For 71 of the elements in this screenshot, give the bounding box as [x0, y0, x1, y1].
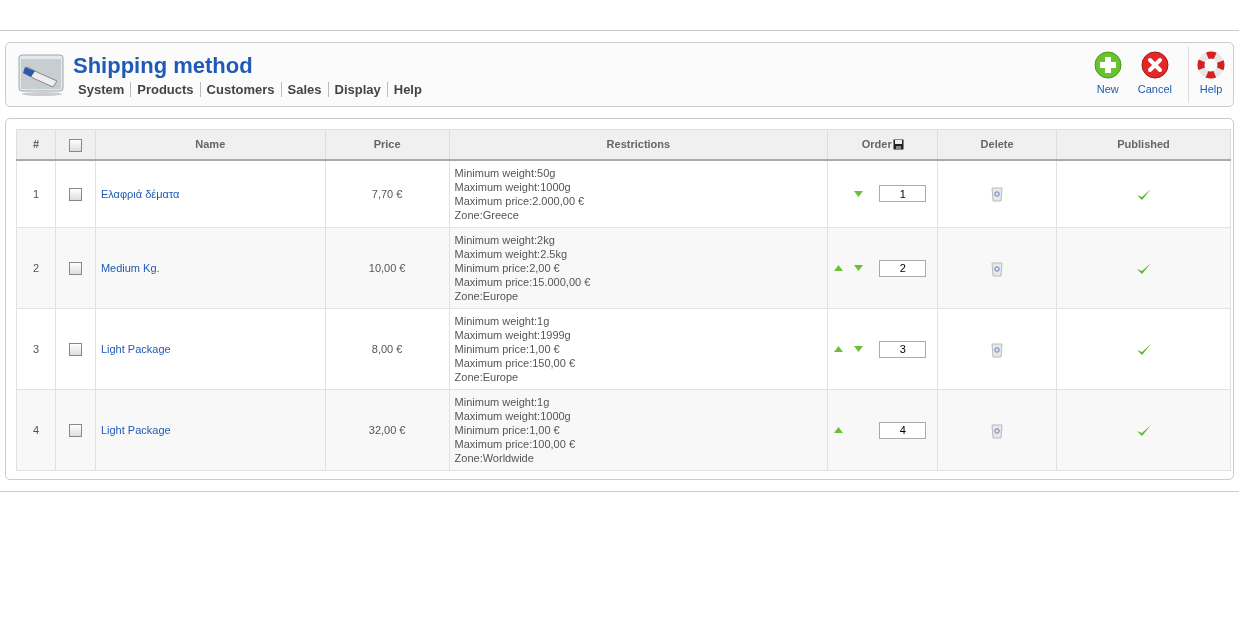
checkbox[interactable]	[68, 424, 82, 438]
price-text: 10,00 €	[368, 261, 406, 274]
restriction-text: Maximum weight:2.5kg	[454, 247, 569, 261]
checkbox[interactable]	[68, 343, 82, 357]
plus-icon	[1093, 51, 1122, 80]
restriction-text: Zone:Worldwide	[454, 451, 535, 465]
restriction-text: Minimum price:1,00 €	[454, 423, 561, 437]
restriction-text: Zone:Europe	[454, 370, 520, 384]
column-header: Restrictions	[606, 138, 671, 150]
restriction-text: Minimum price:1,00 €	[454, 342, 561, 356]
down-arrow-icon[interactable]	[854, 190, 864, 197]
restriction-text: Minimum weight:2kg	[454, 233, 556, 247]
down-arrow-icon[interactable]	[854, 346, 864, 352]
menu-link[interactable]: Customers	[199, 81, 281, 97]
up-arrow-icon[interactable]	[834, 265, 844, 271]
restriction-text: Maximum price:150,00 €	[454, 356, 576, 370]
usb-drive-icon	[17, 52, 67, 97]
order-field[interactable]: 2	[879, 259, 927, 277]
shipping-method-link[interactable]: Ελαφριά δέματα	[100, 187, 180, 200]
column-header: #	[32, 138, 40, 150]
up-arrow-icon[interactable]	[834, 427, 844, 433]
trash-can-icon[interactable]	[991, 260, 1004, 277]
restriction-text: Maximum price:2.000,00 €	[454, 193, 586, 208]
column-header: Published	[1117, 138, 1170, 150]
up-arrow-icon[interactable]	[834, 346, 844, 352]
shipping-method-link[interactable]: Light Package	[100, 342, 171, 355]
menu-link[interactable]: Display	[327, 81, 387, 97]
restriction-text: Minimum price:2,00 €	[454, 261, 561, 275]
restriction-text: Maximum price:100,00 €	[454, 437, 576, 451]
row-number: 4	[32, 423, 40, 436]
price-text: 7,70 €	[371, 187, 403, 200]
down-arrow-icon[interactable]	[854, 265, 864, 271]
order-field[interactable]: 3	[879, 340, 927, 358]
trash-can-icon[interactable]	[991, 341, 1004, 358]
restriction-text: Maximum weight:1999g	[454, 328, 572, 342]
restriction-text: Maximum price:15.000,00 €	[454, 275, 592, 289]
price-text: 8,00 €	[371, 342, 403, 355]
new-button[interactable]: New	[1085, 51, 1130, 98]
row-number: 2	[32, 261, 40, 274]
menu-link[interactable]: Products	[130, 81, 200, 97]
restriction-text: Minimum weight:1g	[454, 314, 551, 328]
price-text: 32,00 €	[368, 423, 406, 436]
restriction-text: Zone:Europe	[454, 289, 520, 303]
restriction-text: Maximum weight:1000g	[454, 409, 572, 423]
shipping-method-link[interactable]: Light Package	[100, 423, 171, 436]
restriction-text: Zone:Greece	[454, 207, 520, 222]
page-title: Shipping method	[73, 52, 254, 79]
trash-can-icon[interactable]	[991, 422, 1004, 439]
trash-can-icon[interactable]	[991, 186, 1004, 203]
menu-link[interactable]: Sales	[280, 81, 328, 97]
order-field[interactable]: 1	[879, 185, 927, 203]
column-header: Name	[195, 138, 226, 150]
column-header: Delete	[980, 138, 1014, 150]
row-number: 1	[32, 187, 40, 200]
menu-link[interactable]: Help	[386, 81, 428, 97]
checkbox[interactable]	[68, 262, 82, 276]
checkbox[interactable]	[68, 138, 82, 152]
lifebuoy-icon	[1197, 51, 1225, 80]
shipping-method-link[interactable]: Medium Kg.	[100, 261, 160, 274]
close-icon	[1140, 51, 1169, 80]
order-field[interactable]: 4	[879, 421, 927, 439]
menu-link[interactable]: System	[78, 81, 131, 97]
restriction-text: Minimum weight:50g	[454, 165, 557, 180]
restriction-text: Maximum weight:1000g	[454, 179, 572, 194]
restriction-text: Minimum weight:1g	[454, 395, 551, 409]
column-header: Order	[861, 138, 892, 150]
row-number: 3	[32, 342, 40, 355]
help-button[interactable]: Help	[1188, 46, 1233, 103]
column-header: Price	[373, 138, 401, 150]
cancel-button[interactable]: Cancel	[1129, 51, 1180, 98]
checkbox[interactable]	[68, 188, 82, 202]
